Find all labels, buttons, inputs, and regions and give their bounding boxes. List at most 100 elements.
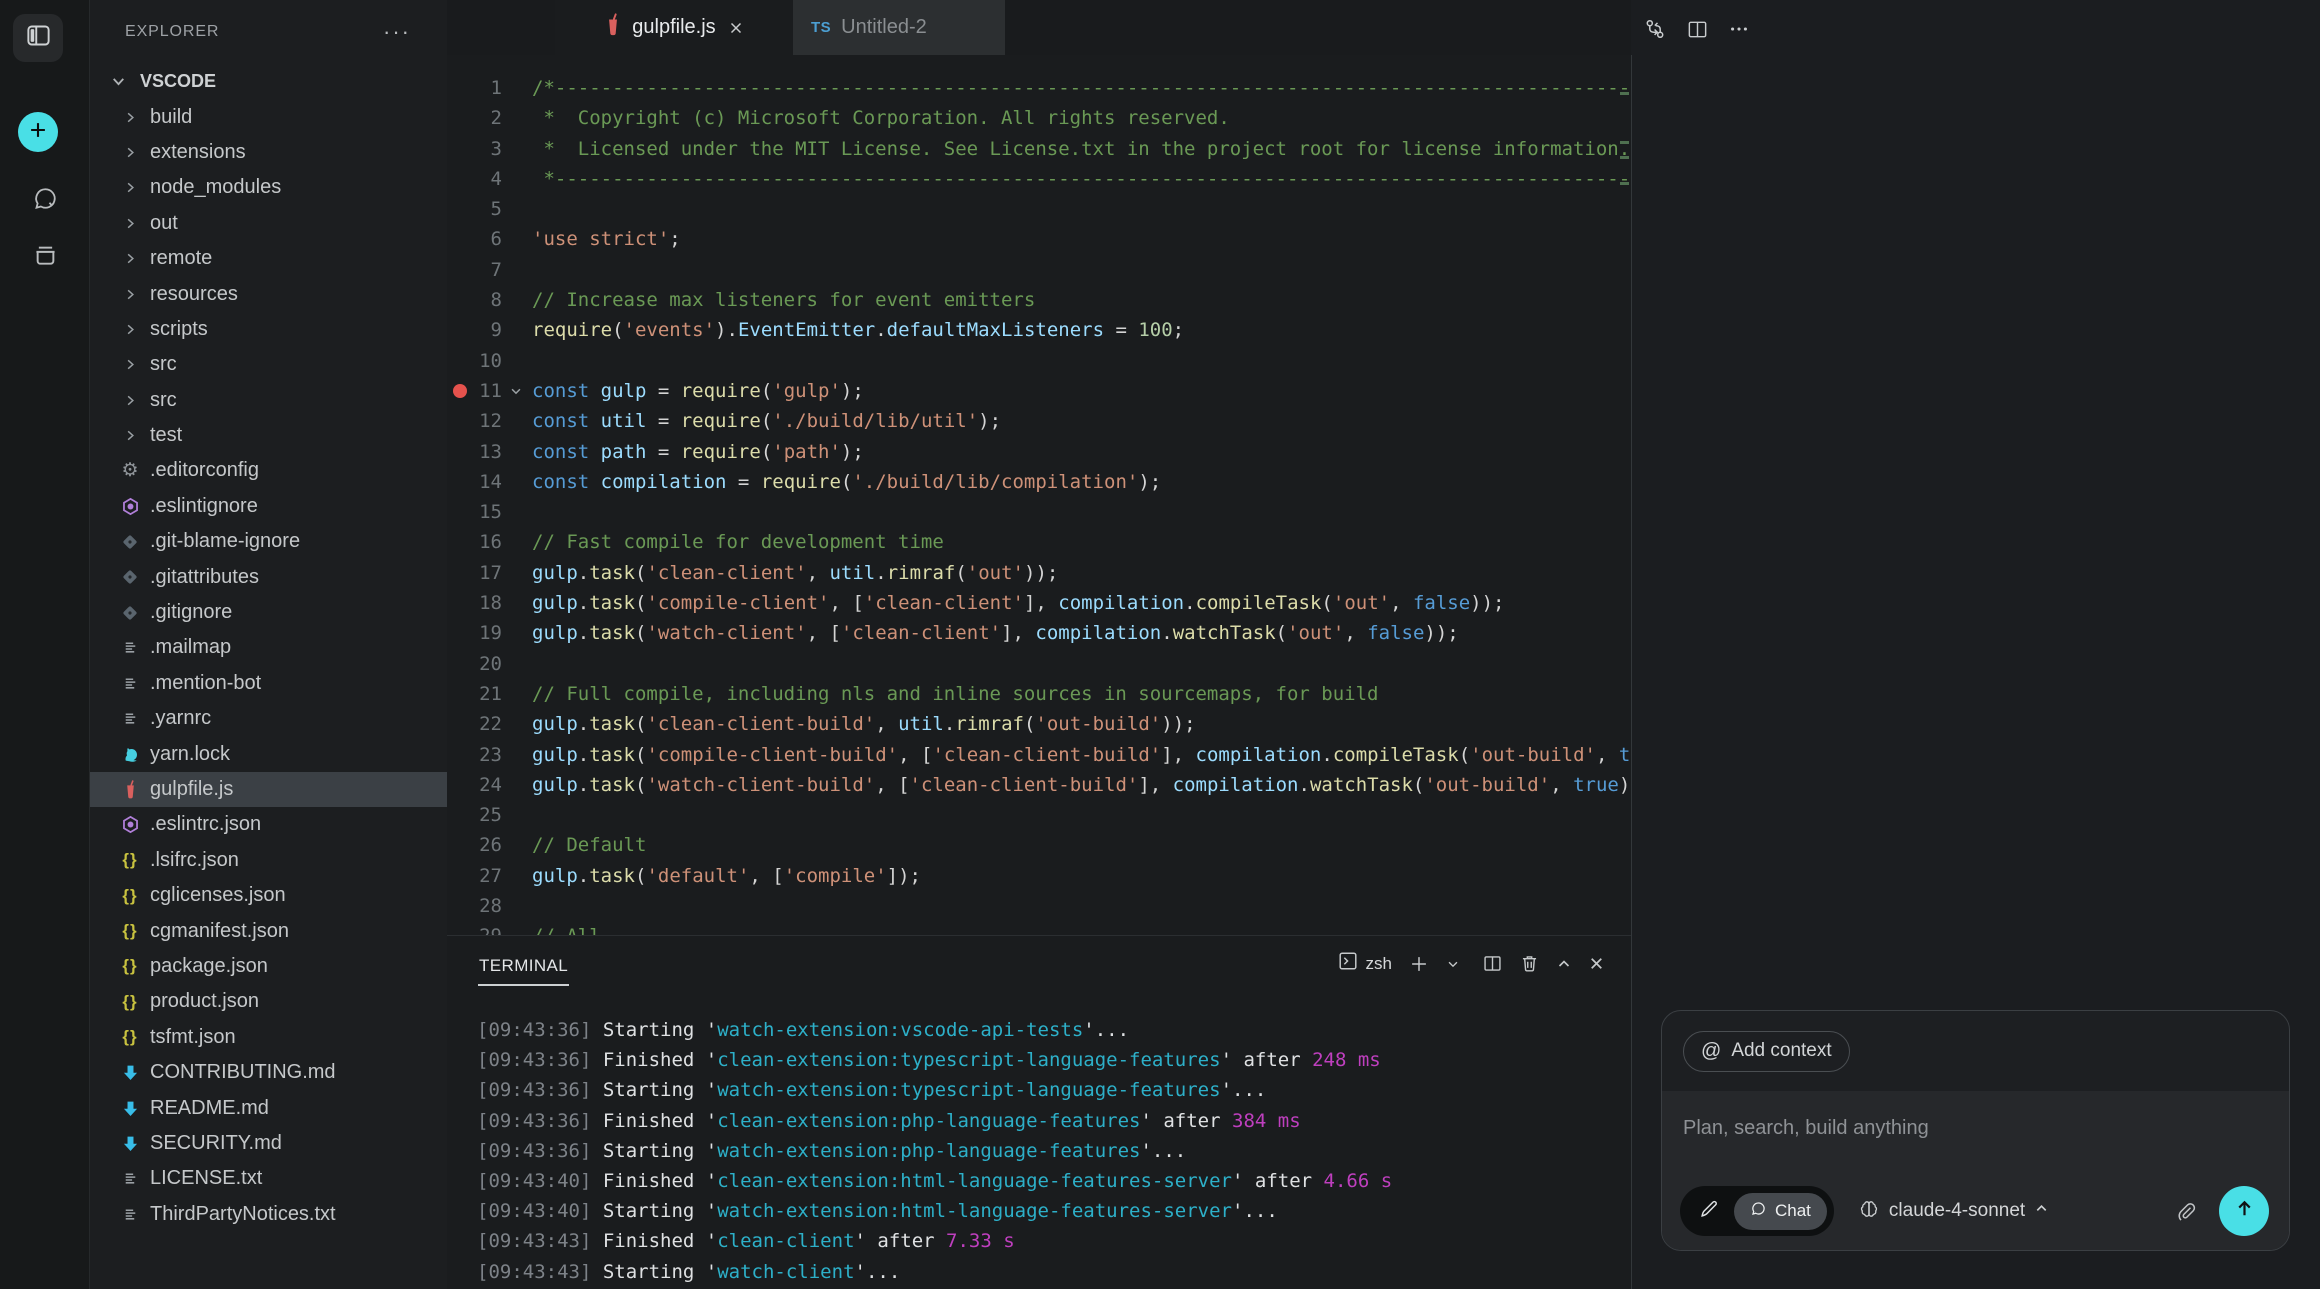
explorer-item-package.json[interactable]: {}package.json xyxy=(90,949,447,984)
mode-toggle[interactable]: Chat xyxy=(1680,1186,1834,1236)
model-selector[interactable]: claude-4-sonnet xyxy=(1858,1198,2049,1225)
tab-gulpfile[interactable]: gulpfile.js xyxy=(555,0,793,55)
explorer-more-actions[interactable]: ··· xyxy=(383,27,411,37)
code-line-4[interactable]: 4 *-------------------------------------… xyxy=(447,164,1631,194)
code-line-16[interactable]: 16// Fast compile for development time xyxy=(447,527,1631,557)
code-line-6[interactable]: 6'use strict'; xyxy=(447,224,1631,254)
terminal-dropdown-button[interactable] xyxy=(1446,957,1460,971)
explorer-item-.eslintignore[interactable]: .eslintignore xyxy=(90,489,447,524)
code-line-9[interactable]: 9require('events').EventEmitter.defaultM… xyxy=(447,315,1631,345)
explorer-item-.mailmap[interactable]: .mailmap xyxy=(90,630,447,665)
explorer-item-.gitattributes[interactable]: .gitattributes xyxy=(90,559,447,594)
code-line-8[interactable]: 8// Increase max listeners for event emi… xyxy=(447,285,1631,315)
explorer-root-vscode[interactable]: VSCODE xyxy=(90,64,447,99)
explorer-item-SECURITY.md[interactable]: SECURITY.md xyxy=(90,1126,447,1161)
code-line-22[interactable]: 22gulp.task('clean-client-build', util.r… xyxy=(447,709,1631,739)
new-chat-button[interactable] xyxy=(18,112,58,152)
explorer-item-.yarnrc[interactable]: .yarnrc xyxy=(90,701,447,736)
explorer-item-.eslintrc.json[interactable]: .eslintrc.json xyxy=(90,807,447,842)
code-line-14[interactable]: 14const compilation = require('./build/l… xyxy=(447,467,1631,497)
split-terminal-button[interactable] xyxy=(1482,953,1503,974)
code-line-10[interactable]: 10 xyxy=(447,346,1631,376)
close-panel-button[interactable] xyxy=(1588,955,1605,972)
chevron-right-icon xyxy=(117,210,143,236)
code-line-12[interactable]: 12const util = require('./build/lib/util… xyxy=(447,406,1631,436)
explorer-item-resources[interactable]: resources xyxy=(90,276,447,311)
explorer-item-ThirdPartyNotices.txt[interactable]: ThirdPartyNotices.txt xyxy=(90,1197,447,1232)
code-line-28[interactable]: 28 xyxy=(447,891,1631,921)
chat-search-button[interactable] xyxy=(25,184,65,218)
chevron-right-icon xyxy=(117,387,143,413)
line-number: 2 xyxy=(447,103,502,133)
code-line-15[interactable]: 15 xyxy=(447,497,1631,527)
explorer-item-out[interactable]: out xyxy=(90,206,447,241)
breakpoint-icon[interactable] xyxy=(453,384,467,398)
terminal-line: [09:43:36] Starting 'watch-extension:typ… xyxy=(477,1075,1631,1105)
explorer-item-build[interactable]: build xyxy=(90,99,447,134)
maximize-panel-button[interactable] xyxy=(1556,956,1572,972)
fold-chevron-icon[interactable] xyxy=(509,376,523,406)
chat-composer: @ Add context Plan, search, build anythi… xyxy=(1661,1010,2290,1251)
explorer-item-.editorconfig[interactable]: ⚙.editorconfig xyxy=(90,453,447,488)
explorer-item-extensions[interactable]: extensions xyxy=(90,135,447,170)
json-icon: {} xyxy=(117,883,143,909)
explorer-item-node_modules[interactable]: node_modules xyxy=(90,170,447,205)
explorer-item-README.md[interactable]: README.md xyxy=(90,1090,447,1125)
explorer-item-remote[interactable]: remote xyxy=(90,241,447,276)
add-context-button[interactable]: @ Add context xyxy=(1683,1031,1850,1072)
explorer-item-label: .gitignore xyxy=(150,601,232,624)
explorer-item-CONTRIBUTING.md[interactable]: CONTRIBUTING.md xyxy=(90,1055,447,1090)
explorer-item-src[interactable]: src xyxy=(90,383,447,418)
chat-mode-pill[interactable]: Chat xyxy=(1734,1193,1827,1230)
explorer-item-test[interactable]: test xyxy=(90,418,447,453)
new-terminal-button[interactable] xyxy=(1408,953,1430,975)
archive-button[interactable] xyxy=(25,241,65,275)
terminal-tab[interactable]: TERMINAL xyxy=(478,942,569,986)
code-line-13[interactable]: 13const path = require('path'); xyxy=(447,437,1631,467)
close-icon[interactable] xyxy=(728,20,744,36)
chat-input[interactable]: Plan, search, build anything xyxy=(1683,1117,2289,1140)
code-line-27[interactable]: 27gulp.task('default', ['compile']); xyxy=(447,861,1631,891)
explorer-item-scripts[interactable]: scripts xyxy=(90,312,447,347)
explorer-item-.gitignore[interactable]: .gitignore xyxy=(90,595,447,630)
attach-file-button[interactable] xyxy=(2174,1200,2197,1223)
send-button[interactable] xyxy=(2219,1186,2269,1236)
code-line-1[interactable]: 1/*-------------------------------------… xyxy=(447,73,1631,103)
code-line-26[interactable]: 26// Default xyxy=(447,830,1631,860)
code-line-29[interactable]: 29// All xyxy=(447,921,1631,935)
split-editor-icon[interactable] xyxy=(1685,15,1709,43)
code-line-2[interactable]: 2 * Copyright (c) Microsoft Corporation.… xyxy=(447,103,1631,133)
code-line-19[interactable]: 19gulp.task('watch-client', ['clean-clie… xyxy=(447,618,1631,648)
toggle-sidebar-button[interactable] xyxy=(13,14,63,62)
code-line-7[interactable]: 7 xyxy=(447,255,1631,285)
explorer-item-cglicenses.json[interactable]: {}cglicenses.json xyxy=(90,878,447,913)
at-icon: @ xyxy=(1701,1040,1721,1063)
kill-terminal-button[interactable] xyxy=(1519,953,1540,974)
explorer-item-product.json[interactable]: {}product.json xyxy=(90,984,447,1019)
code-line-20[interactable]: 20 xyxy=(447,649,1631,679)
code-line-17[interactable]: 17gulp.task('clean-client', util.rimraf(… xyxy=(447,558,1631,588)
explorer-item-src[interactable]: src xyxy=(90,347,447,382)
code-line-24[interactable]: 24gulp.task('watch-client-build', ['clea… xyxy=(447,770,1631,800)
code-line-21[interactable]: 21// Full compile, including nls and inl… xyxy=(447,679,1631,709)
terminal-output[interactable]: [09:43:36] Starting 'watch-extension:vsc… xyxy=(447,991,1631,1289)
code-line-3[interactable]: 3 * Licensed under the MIT License. See … xyxy=(447,134,1631,164)
code-editor[interactable]: 1/*-------------------------------------… xyxy=(447,55,1631,935)
code-line-11[interactable]: 11const gulp = require('gulp'); xyxy=(447,376,1631,406)
explorer-item-yarn.lock[interactable]: yarn.lock xyxy=(90,736,447,771)
code-line-25[interactable]: 25 xyxy=(447,800,1631,830)
tab-untitled-2[interactable]: TS Untitled-2 xyxy=(793,0,1005,55)
explorer-item-cgmanifest.json[interactable]: {}cgmanifest.json xyxy=(90,913,447,948)
explorer-item-.git-blame-ignore[interactable]: .git-blame-ignore xyxy=(90,524,447,559)
code-line-23[interactable]: 23gulp.task('compile-client-build', ['cl… xyxy=(447,740,1631,770)
explorer-item-gulpfile.js[interactable]: gulpfile.js xyxy=(90,772,447,807)
explorer-item-LICENSE.txt[interactable]: LICENSE.txt xyxy=(90,1161,447,1196)
shell-selector[interactable]: zsh xyxy=(1337,950,1392,977)
compare-changes-icon[interactable] xyxy=(1643,15,1667,43)
explorer-item-tsfmt.json[interactable]: {}tsfmt.json xyxy=(90,1020,447,1055)
more-actions-icon[interactable] xyxy=(1727,15,1751,43)
code-line-5[interactable]: 5 xyxy=(447,194,1631,224)
code-line-18[interactable]: 18gulp.task('compile-client', ['clean-cl… xyxy=(447,588,1631,618)
explorer-item-.lsifrc.json[interactable]: {}.lsifrc.json xyxy=(90,843,447,878)
explorer-item-.mention-bot[interactable]: .mention-bot xyxy=(90,666,447,701)
